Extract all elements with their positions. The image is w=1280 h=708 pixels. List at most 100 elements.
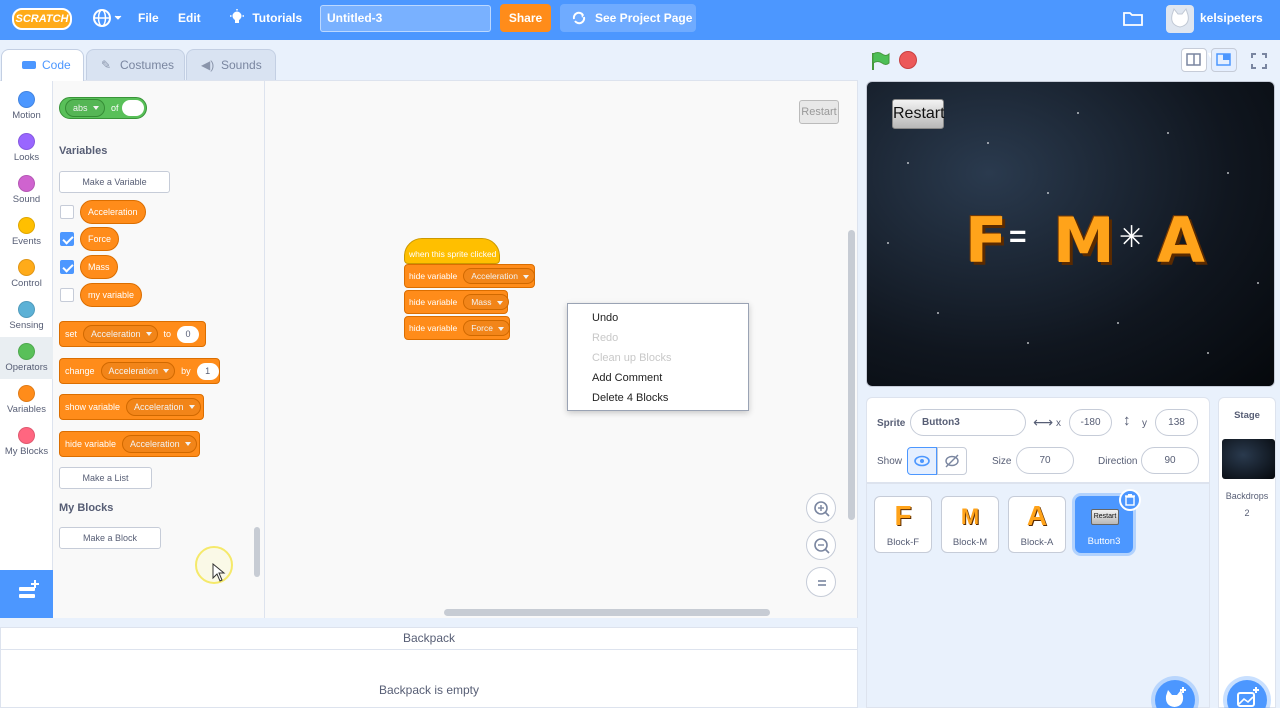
category-events[interactable]: Events <box>0 211 53 253</box>
variable-dropdown[interactable]: Mass <box>463 294 509 310</box>
choose-sprite-button[interactable] <box>1155 680 1195 708</box>
size-input[interactable]: 70 <box>1016 447 1074 474</box>
category-looks[interactable]: Looks <box>0 127 53 169</box>
share-button[interactable]: Share <box>500 4 551 32</box>
undo-menu-item[interactable]: Undo <box>592 312 618 324</box>
workspace-vertical-scrollbar[interactable] <box>848 230 855 520</box>
sprite-thumbnail: M <box>960 504 980 529</box>
variable-reporter-force[interactable]: Force <box>80 227 120 251</box>
category-operators[interactable]: Operators <box>0 337 53 379</box>
language-menu[interactable] <box>92 0 124 40</box>
make-list-button[interactable]: Make a List <box>59 467 152 489</box>
account-menu[interactable]: kelsipeters ▼ <box>1200 0 1280 60</box>
value-input[interactable]: 0 <box>177 326 200 343</box>
variable-reporter-acceleration[interactable]: Acceleration <box>80 200 146 224</box>
category-variables[interactable]: Variables <box>0 379 53 421</box>
block-m-sprite[interactable]: M <box>1053 204 1115 277</box>
category-sensing[interactable]: Sensing <box>0 295 53 337</box>
script-workspace[interactable] <box>265 80 858 618</box>
variable-dropdown[interactable]: Acceleration <box>100 362 176 380</box>
variable-dropdown[interactable]: Acceleration <box>83 325 158 343</box>
delete-sprite-button[interactable] <box>1119 489 1141 511</box>
edit-menu[interactable]: Edit <box>178 0 201 40</box>
category-sound[interactable]: Sound <box>0 169 53 211</box>
set-variable-block[interactable]: set Acceleration to 0 <box>59 321 206 347</box>
variable-reporter-mass[interactable]: Mass <box>80 255 118 279</box>
when-sprite-clicked-block[interactable]: when this sprite clicked <box>404 238 500 264</box>
script-hide-variable-block[interactable]: hide variable Acceleration <box>404 264 535 288</box>
mouse-pointer-icon <box>212 563 226 582</box>
events-category-icon <box>18 217 35 234</box>
variable-checkbox-my-variable[interactable] <box>60 288 74 302</box>
number-slot[interactable] <box>122 100 144 116</box>
scratch-logo[interactable]: SCRATCH <box>12 8 72 30</box>
script-hide-variable-block[interactable]: hide variable Force <box>404 316 510 340</box>
choose-backdrop-button[interactable] <box>1227 680 1267 708</box>
small-stage-button[interactable] <box>1181 48 1207 72</box>
operators-category-icon <box>18 343 35 360</box>
backpack-header[interactable]: Backpack <box>1 628 857 650</box>
backdrop-plus-icon <box>1237 687 1259 707</box>
tab-sounds[interactable]: ◀) Sounds <box>186 49 276 80</box>
sprite-tile-block-f[interactable]: F Block-F <box>874 496 932 553</box>
show-visible-button[interactable] <box>907 447 937 475</box>
my-stuff-folder-icon[interactable] <box>1122 10 1144 28</box>
see-project-page-button[interactable]: See Project Page <box>560 4 696 32</box>
zoom-in-button[interactable] <box>806 493 836 523</box>
tutorials-menu[interactable]: Tutorials <box>229 0 302 40</box>
my-blocks-category-icon <box>18 427 35 444</box>
show-variable-block[interactable]: show variable Acceleration <box>59 394 204 420</box>
make-variable-button[interactable]: Make a Variable <box>59 171 170 193</box>
y-position-input[interactable]: 138 <box>1155 409 1198 436</box>
sprite-tile-block-a[interactable]: A Block-A <box>1008 496 1066 553</box>
variable-dropdown[interactable]: Force <box>463 320 510 336</box>
file-menu[interactable]: File <box>138 0 159 40</box>
avatar[interactable] <box>1166 5 1194 33</box>
stage-canvas[interactable]: Restart F = M ✳ A <box>866 81 1275 387</box>
block-a-sprite[interactable]: A <box>1157 204 1205 277</box>
block-f-sprite[interactable]: F <box>965 204 1007 277</box>
menu-bar: SCRATCH File Edit Tutorials Untitled-3 S… <box>0 0 1280 60</box>
add-comment-menu-item[interactable]: Add Comment <box>592 372 662 384</box>
zoom-out-button[interactable] <box>806 530 836 560</box>
backpack-panel: Backpack Backpack is empty <box>0 627 858 708</box>
zoom-reset-button[interactable] <box>806 567 836 597</box>
large-stage-button[interactable] <box>1211 48 1237 72</box>
delete-blocks-menu-item[interactable]: Delete 4 Blocks <box>592 392 668 404</box>
abs-of-block[interactable]: abs of <box>59 97 147 119</box>
direction-input[interactable]: 90 <box>1141 447 1199 474</box>
workspace-horizontal-scrollbar[interactable] <box>444 609 770 616</box>
variable-dropdown[interactable]: Acceleration <box>122 435 197 453</box>
sprite-name-input[interactable]: Button3 <box>910 409 1026 436</box>
change-variable-block[interactable]: change Acceleration by 1 <box>59 358 220 384</box>
value-input[interactable]: 1 <box>196 363 219 380</box>
variable-dropdown[interactable]: Acceleration <box>463 268 535 284</box>
restart-sprite[interactable]: Restart <box>892 99 945 129</box>
tab-code[interactable]: Code <box>1 49 84 81</box>
category-motion[interactable]: Motion <box>0 85 53 127</box>
make-block-button[interactable]: Make a Block <box>59 527 161 549</box>
palette-scrollbar[interactable] <box>254 527 260 577</box>
category-my-blocks[interactable]: My Blocks <box>0 421 53 463</box>
math-op-dropdown[interactable]: abs <box>65 99 105 117</box>
variable-dropdown[interactable]: Acceleration <box>126 398 201 416</box>
category-label: My Blocks <box>4 446 49 457</box>
tab-costumes[interactable]: ✎ Costumes <box>86 49 185 80</box>
stage-selector-panel[interactable]: Stage Backdrops 2 <box>1218 397 1276 708</box>
sprite-tile-block-m[interactable]: M Block-M <box>941 496 999 553</box>
variable-checkbox-mass[interactable] <box>60 260 74 274</box>
script-hide-variable-block[interactable]: hide variable Mass <box>404 290 509 314</box>
green-flag-icon[interactable] <box>869 50 891 72</box>
stop-button[interactable] <box>899 51 917 69</box>
show-hidden-button[interactable] <box>937 447 967 475</box>
motion-category-icon <box>18 91 35 108</box>
fullscreen-icon[interactable] <box>1249 51 1269 71</box>
variable-checkbox-acceleration[interactable] <box>60 205 74 219</box>
variable-reporter-my-variable[interactable]: my variable <box>80 283 143 307</box>
x-position-input[interactable]: -180 <box>1069 409 1112 436</box>
hide-variable-block[interactable]: hide variable Acceleration <box>59 431 200 457</box>
project-title-input[interactable]: Untitled-3 <box>320 5 491 32</box>
category-control[interactable]: Control <box>0 253 53 295</box>
variable-checkbox-force[interactable] <box>60 232 74 246</box>
add-extension-button[interactable] <box>0 570 56 618</box>
